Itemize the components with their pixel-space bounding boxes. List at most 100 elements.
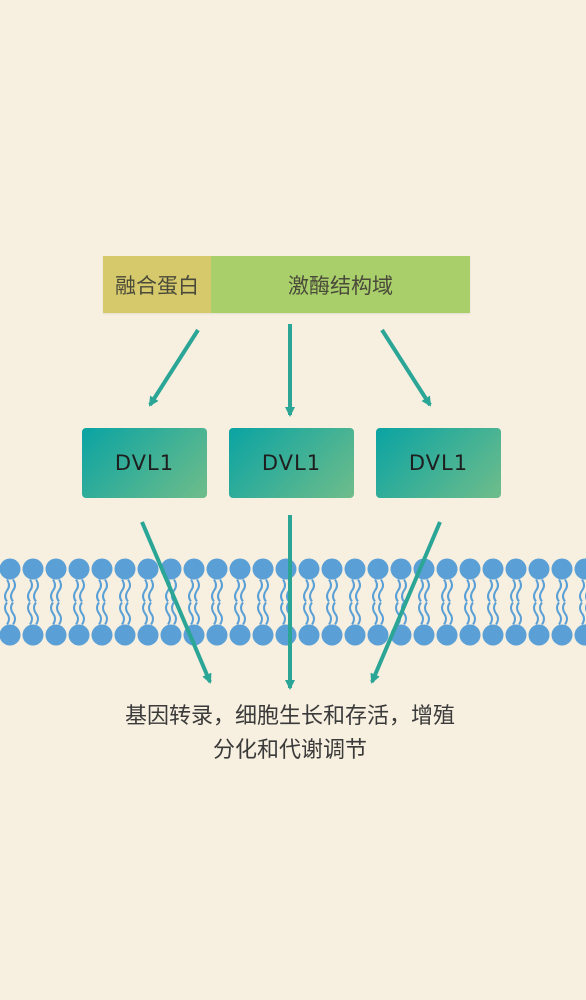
lipid-tail (533, 578, 539, 603)
lipid-tail (217, 601, 223, 626)
lipid-head (206, 624, 228, 646)
lipid-tail (4, 601, 10, 626)
lipid-tail (372, 578, 378, 603)
kinase-domain-label: 激酶结构域 (288, 273, 393, 298)
lipid-tail (424, 601, 430, 626)
lipid-tail (424, 578, 430, 603)
lipid-head (551, 558, 573, 580)
lipid-head (137, 624, 159, 646)
lipid-tail (355, 601, 361, 626)
lipid-tail (516, 601, 522, 626)
arrow-fusion-to-dvl-right (380, 328, 432, 407)
lipid-head (298, 558, 320, 580)
dvl1-box-right: DVL1 (376, 428, 501, 498)
lipid-tail (79, 601, 85, 626)
lipid-head (252, 624, 274, 646)
lipid-tail (447, 578, 453, 603)
signal-arrows (140, 324, 442, 690)
lipid-head (68, 558, 90, 580)
lipid-head (574, 624, 586, 646)
lipid-tail (470, 578, 476, 603)
outcome-line-2: 分化和代谢调节 (212, 738, 367, 763)
lipid-head (137, 558, 159, 580)
lipid-tail (441, 601, 447, 626)
lipid-tail (378, 578, 384, 603)
lipid-tail (119, 601, 125, 626)
lipid-head (0, 624, 21, 646)
lipid-tail (263, 601, 269, 626)
lipid-head (574, 558, 586, 580)
lipid-head (114, 558, 136, 580)
lipid-tail (516, 578, 522, 603)
lipid-tail (510, 578, 516, 603)
lipid-tail (96, 578, 102, 603)
lipid-head (551, 624, 573, 646)
lipid-tail (10, 578, 16, 603)
lipid-tail (280, 601, 286, 626)
fusion-protein-bar: 融合蛋白 激酶结构域 (103, 256, 470, 313)
lipid-head (45, 558, 67, 580)
lipid-tail (441, 578, 447, 603)
lipid-head (482, 558, 504, 580)
lipid-head (275, 558, 297, 580)
lipid-head (183, 558, 205, 580)
lipid-tail (79, 578, 85, 603)
lipid-head (390, 624, 412, 646)
lipid-tail (470, 601, 476, 626)
lipid-head (344, 558, 366, 580)
lipid-tail (332, 601, 338, 626)
lipid-head (505, 624, 527, 646)
lipid-tail (50, 578, 56, 603)
lipid-head (68, 624, 90, 646)
lipid-tail (286, 601, 292, 626)
lipid-head (114, 624, 136, 646)
lipid-tail (493, 601, 499, 626)
lipid-tail (50, 601, 56, 626)
lipid-head (505, 558, 527, 580)
lipid-head (459, 558, 481, 580)
lipid-tail (33, 578, 39, 603)
lipid-tail (119, 578, 125, 603)
lipid-tail (418, 601, 424, 626)
lipid-tail (539, 578, 545, 603)
lipid-tail (418, 578, 424, 603)
lipid-tail (355, 578, 361, 603)
lipid-tail (240, 578, 246, 603)
dvl1-label: DVL1 (408, 451, 469, 475)
lipid-tail (372, 601, 378, 626)
lipid-tail (211, 578, 217, 603)
lipid-head (482, 624, 504, 646)
lipid-tail (73, 601, 79, 626)
dvl1-label: DVL1 (261, 451, 322, 475)
lipid-head (528, 624, 550, 646)
lipid-head (160, 558, 182, 580)
lipid-tail (257, 578, 263, 603)
lipid-head (413, 624, 435, 646)
lipid-tail (56, 578, 62, 603)
lipid-tail (401, 601, 407, 626)
lipid-head (436, 558, 458, 580)
lipid-tail (378, 601, 384, 626)
lipid-head (367, 558, 389, 580)
lipid-tail (165, 601, 171, 626)
lipid-head (528, 558, 550, 580)
lipid-head (0, 558, 21, 580)
lipid-tail (487, 601, 493, 626)
lipid-tail (194, 601, 200, 626)
lipid-head (160, 624, 182, 646)
lipid-tail (171, 578, 177, 603)
lipid-tail (349, 578, 355, 603)
cell-membrane-bilayer (0, 558, 586, 646)
lipid-tail (464, 601, 470, 626)
lipid-head (183, 624, 205, 646)
lipid-tail (96, 601, 102, 626)
lipid-tail (326, 578, 332, 603)
lipid-head (91, 624, 113, 646)
fusion-protein-segment: 融合蛋白 (103, 256, 211, 313)
lipid-tail (579, 578, 585, 603)
dvl1-label: DVL1 (114, 451, 175, 475)
lipid-tail (401, 578, 407, 603)
lipid-head (22, 624, 44, 646)
lipid-head (413, 558, 435, 580)
lipid-tail (533, 601, 539, 626)
